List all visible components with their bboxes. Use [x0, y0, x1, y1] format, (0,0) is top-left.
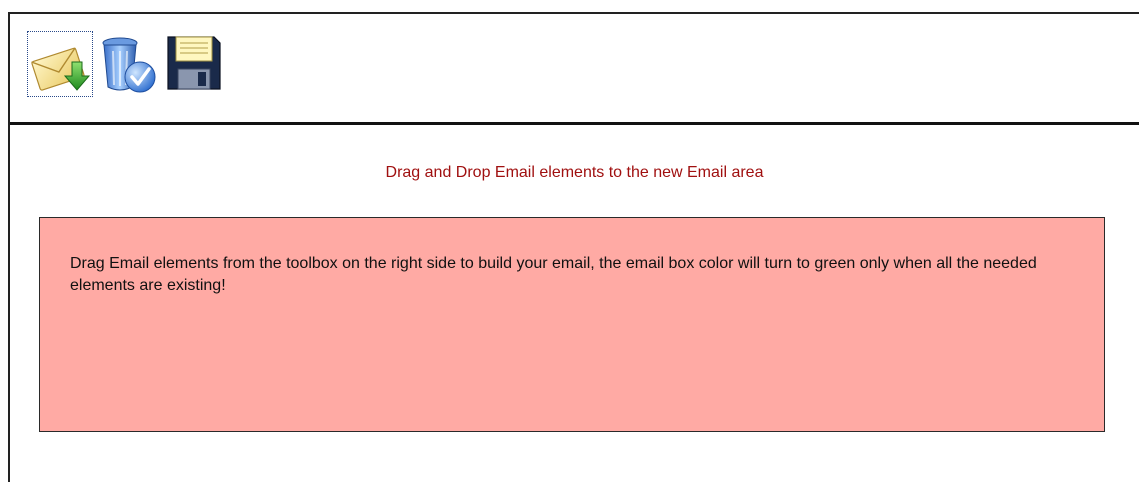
email-box-message: Drag Email elements from the toolbox on … [70, 255, 1037, 294]
envelope-receive-icon [31, 47, 91, 91]
email-drop-area[interactable]: Drag Email elements from the toolbox on … [39, 217, 1105, 432]
editor-frame: Drag and Drop Email elements to the new … [8, 12, 1139, 482]
floppy-disk-icon [167, 36, 221, 90]
save-button[interactable] [162, 31, 228, 97]
recycle-bin-icon [102, 37, 156, 93]
instruction-text: Drag and Drop Email elements to the new … [385, 164, 764, 181]
delete-button[interactable] [94, 31, 160, 97]
receive-email-button[interactable] [27, 31, 93, 97]
toolbar [10, 14, 1139, 125]
